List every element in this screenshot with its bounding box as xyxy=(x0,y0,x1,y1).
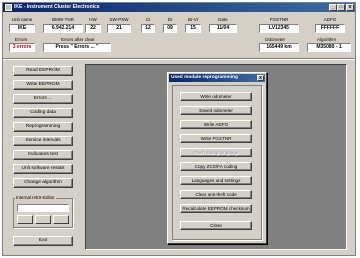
flash-dialog-language-button[interactable]: Flash dialog language xyxy=(180,148,252,157)
di-field: 09 xyxy=(163,24,177,33)
errors-label: Errors xyxy=(15,37,28,42)
write-eeprom-button[interactable]: Write EEPROM xyxy=(13,80,73,90)
ci-field: 12 xyxy=(141,24,155,33)
date-field: 11/04 xyxy=(209,24,237,33)
dialog-title-bar[interactable]: Used module reprogramming x xyxy=(169,74,265,82)
hex-write-button[interactable] xyxy=(35,215,51,224)
unit-software-restart-button[interactable]: Unit software restart xyxy=(13,164,73,174)
app-icon xyxy=(5,4,12,11)
hex-editor-input[interactable] xyxy=(17,204,69,212)
minimize-button[interactable]: _ xyxy=(329,4,337,11)
copy-zcs-fa-coding-button[interactable]: Copy ZCS/FA coding xyxy=(180,162,252,171)
hex-open-button[interactable] xyxy=(53,215,69,224)
odometer-field: 165449 km xyxy=(259,43,299,52)
header-fgstnr: FGSTNR xyxy=(269,17,289,22)
reprogramming-dialog: Used module reprogramming x Write odomet… xyxy=(167,72,267,244)
dialog-title: Used module reprogramming xyxy=(171,75,238,80)
header-unit-name: Unit name xyxy=(11,17,33,22)
header-date: Date xyxy=(218,17,228,22)
title-bar[interactable]: IKE - Instrument Cluster Electronics _ □… xyxy=(3,3,355,12)
bi-vi-field: 15 xyxy=(185,24,201,33)
header-bi-vi: BI-VI xyxy=(187,17,198,22)
recalculate-checksum-button[interactable]: Recalculate EEPROM checksum xyxy=(180,204,252,213)
header-di: DI xyxy=(167,17,173,22)
header-sw-psw: SW-PSW xyxy=(109,17,129,22)
clear-anti-theft-code-button[interactable]: Clear anti-theft code xyxy=(180,190,252,199)
read-eeprom-button[interactable]: Read EEPROM xyxy=(13,66,73,76)
saved-odometer-button[interactable]: Saved odometer xyxy=(180,106,252,115)
odometer-label: Odometer xyxy=(265,37,286,42)
main-window: IKE - Instrument Cluster Electronics _ □… xyxy=(2,2,356,256)
header-bmw-tnr: BMW-TNR xyxy=(52,17,74,22)
coding-data-button[interactable]: Coding data xyxy=(13,108,73,118)
header-adfg: ADFG xyxy=(323,17,337,22)
hw-field: 22 xyxy=(85,24,101,33)
header-hw: HW xyxy=(89,17,97,22)
algorithm-field: M35080 - 1 xyxy=(307,43,351,52)
write-adfg-button[interactable]: Write ADFG xyxy=(180,120,252,129)
exit-button[interactable]: Exit xyxy=(13,236,73,246)
hex-read-button[interactable] xyxy=(17,215,33,224)
fgstnr-field: LV12345 xyxy=(259,24,299,33)
service-intervals-button[interactable]: Service intervals xyxy=(13,136,73,146)
maximize-button[interactable]: □ xyxy=(337,4,345,11)
errors-after-clear-label: Errors after clear xyxy=(61,37,95,42)
reprogramming-button[interactable]: Reprogramming xyxy=(13,122,73,132)
window-title: IKE - Instrument Cluster Electronics xyxy=(14,4,100,10)
bmw-tnr-field: 6.942.214 xyxy=(43,24,83,33)
adfg-field: FFFFFF xyxy=(315,24,345,33)
indicators-test-button[interactable]: Indicators test xyxy=(13,150,73,160)
header-ci: CI xyxy=(145,17,151,22)
close-button[interactable]: x xyxy=(346,4,354,11)
dialog-close-action-button[interactable]: Close xyxy=(180,221,252,230)
errors-field: 3 errors xyxy=(9,43,35,52)
change-algorithm-button[interactable]: Change algorithm xyxy=(13,178,73,188)
sw-psw-field: 21 xyxy=(107,24,131,33)
errors-button[interactable]: Errors ... xyxy=(13,94,73,104)
write-odometer-button[interactable]: Write odometer xyxy=(180,92,252,101)
write-fgstnr-button[interactable]: Write FGSTNR xyxy=(180,134,252,143)
dialog-close-button[interactable]: x xyxy=(257,75,264,81)
hex-editor-label: Internal HEX-Editor xyxy=(15,195,56,200)
unit-name-field: IKE xyxy=(9,24,35,33)
divider xyxy=(3,58,355,60)
languages-settings-button[interactable]: Languages and settings xyxy=(180,176,252,185)
errors-after-clear-field: Press " Errors ... " xyxy=(43,43,111,52)
algorithm-label: Algorithm xyxy=(317,37,337,42)
